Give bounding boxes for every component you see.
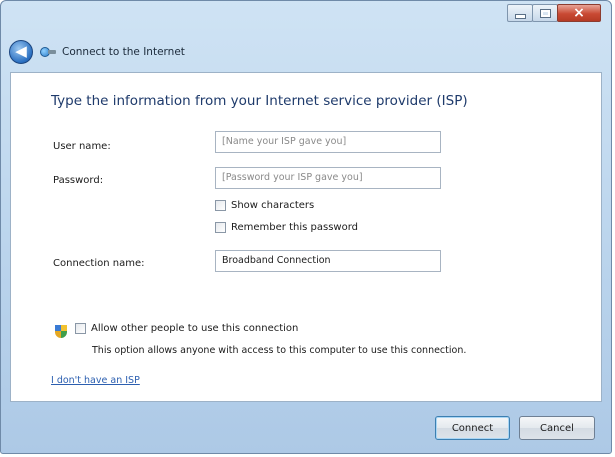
show-characters-checkbox[interactable]: Show characters (215, 200, 314, 211)
maximize-button[interactable] (532, 4, 558, 22)
close-icon: × (573, 5, 585, 21)
navigation-bar: ◀ Connect to the Internet (9, 39, 185, 65)
password-input[interactable]: [Password your ISP gave you] (215, 167, 441, 189)
checkbox-box[interactable] (75, 323, 86, 334)
plug-icon (48, 50, 56, 54)
security-shield-icon (55, 325, 67, 338)
allow-others-checkbox[interactable]: Allow other people to use this connectio… (75, 323, 298, 334)
connect-button[interactable]: Connect (435, 416, 510, 440)
minimize-button[interactable] (507, 4, 533, 22)
content-panel: Type the information from your Internet … (10, 72, 602, 402)
connection-name-input[interactable]: Broadband Connection (215, 250, 441, 272)
allow-others-description: This option allows anyone with access to… (92, 345, 467, 356)
cancel-button[interactable]: Cancel (519, 416, 595, 440)
close-button[interactable]: × (557, 4, 601, 22)
username-input[interactable]: [Name your ISP gave you] (215, 131, 441, 153)
back-arrow-icon: ◀ (15, 41, 27, 60)
page-heading: Type the information from your Internet … (51, 93, 468, 109)
dialog-footer: Connect Cancel (1, 405, 611, 453)
network-connection-icon (40, 46, 56, 58)
remember-password-label: Remember this password (231, 222, 358, 233)
connection-name-label: Connection name: (53, 258, 145, 269)
maximize-icon (539, 8, 551, 18)
remember-password-checkbox[interactable]: Remember this password (215, 222, 358, 233)
dialog-window: × ◀ Connect to the Internet Type the inf… (0, 0, 612, 454)
password-label: Password: (53, 175, 104, 186)
show-characters-label: Show characters (231, 200, 315, 211)
no-isp-link[interactable]: I don't have an ISP (51, 375, 140, 386)
checkbox-box[interactable] (215, 200, 226, 211)
window-title: Connect to the Internet (62, 46, 185, 58)
caption-buttons: × (507, 4, 601, 23)
checkbox-box[interactable] (215, 222, 226, 233)
minimize-icon (514, 13, 526, 19)
allow-others-label: Allow other people to use this connectio… (91, 323, 299, 334)
back-button[interactable]: ◀ (9, 40, 33, 64)
username-label: User name: (53, 141, 111, 152)
